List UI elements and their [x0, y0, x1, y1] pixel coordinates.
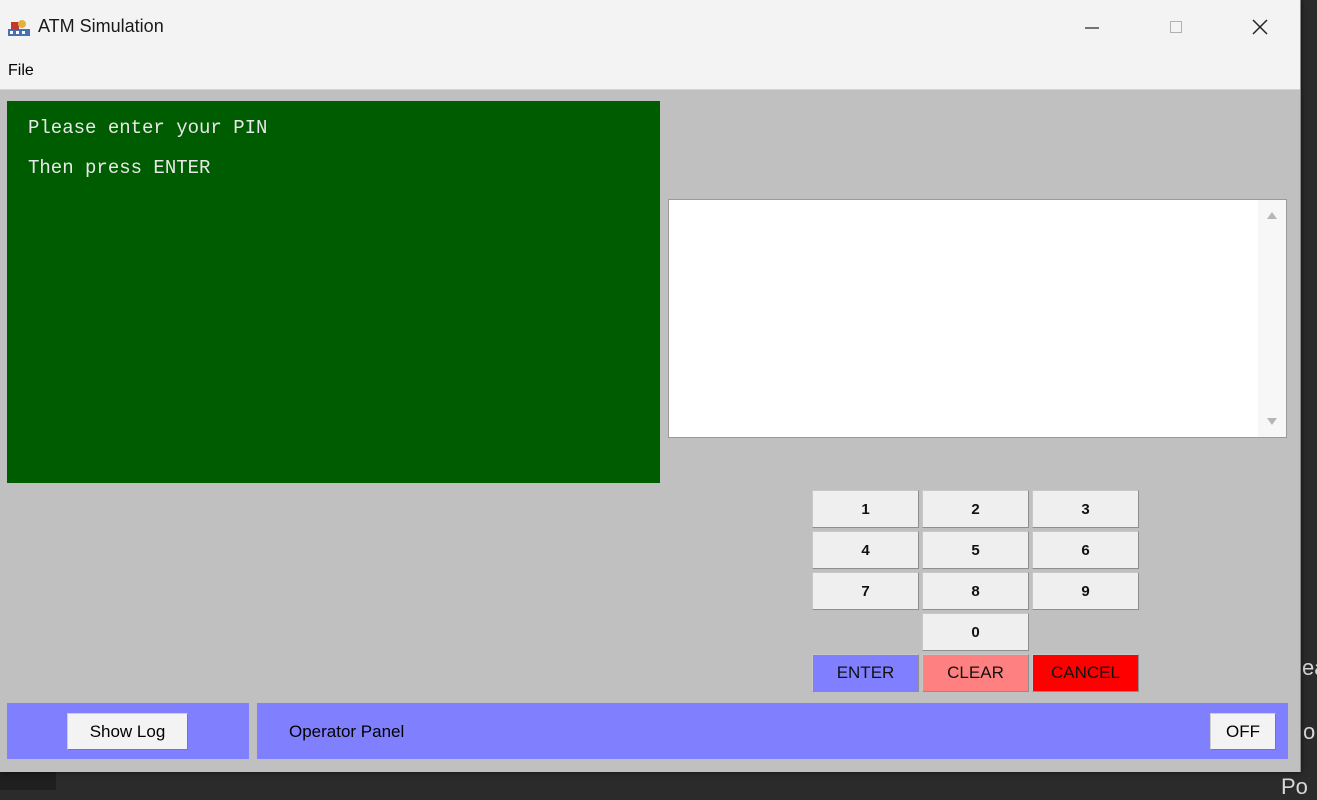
key-7[interactable]: 7 — [812, 572, 919, 610]
key-9[interactable]: 9 — [1032, 572, 1139, 610]
background-text: Po — [1281, 774, 1308, 799]
vertical-scrollbar[interactable] — [1258, 200, 1286, 437]
key-0[interactable]: 0 — [922, 613, 1029, 651]
key-5[interactable]: 5 — [922, 531, 1029, 569]
maximize-button[interactable] — [1146, 8, 1206, 46]
atm-display: Please enter your PIN Then press ENTER — [7, 101, 660, 483]
cancel-button[interactable]: CANCEL — [1032, 654, 1139, 692]
clear-button[interactable]: CLEAR — [922, 654, 1029, 692]
operator-panel-label: Operator Panel — [289, 722, 405, 741]
enter-button[interactable]: ENTER — [812, 654, 919, 692]
atm-window: ATM Simulation File Please enter your PI… — [0, 0, 1301, 772]
background-text: o — [1303, 719, 1316, 744]
background-text: ea — [1302, 655, 1317, 680]
close-button[interactable] — [1230, 8, 1290, 46]
close-icon — [1252, 19, 1268, 35]
menu-file[interactable]: File — [8, 62, 34, 80]
display-line: Please enter your PIN — [28, 117, 268, 139]
minimize-button[interactable] — [1062, 8, 1122, 46]
scroll-down-arrow-icon[interactable] — [1267, 418, 1277, 425]
show-log-button[interactable]: Show Log — [67, 713, 188, 750]
display-line: Then press ENTER — [28, 157, 211, 179]
window-title: ATM Simulation — [38, 16, 164, 36]
log-panel: Show Log — [7, 703, 249, 759]
log-text-area[interactable] — [668, 199, 1287, 438]
key-8[interactable]: 8 — [922, 572, 1029, 610]
key-1[interactable]: 1 — [812, 490, 919, 528]
key-4[interactable]: 4 — [812, 531, 919, 569]
scroll-up-arrow-icon[interactable] — [1267, 212, 1277, 219]
key-2[interactable]: 2 — [922, 490, 1029, 528]
menu-bar: File — [0, 53, 1300, 90]
title-bar[interactable]: ATM Simulation — [0, 0, 1300, 53]
atm-app-icon — [8, 20, 30, 36]
minimize-icon — [1085, 27, 1099, 29]
off-button[interactable]: OFF — [1210, 713, 1276, 750]
maximize-icon — [1170, 21, 1182, 33]
key-3[interactable]: 3 — [1032, 490, 1139, 528]
operator-panel: Operator Panel OFF — [257, 703, 1288, 759]
key-6[interactable]: 6 — [1032, 531, 1139, 569]
